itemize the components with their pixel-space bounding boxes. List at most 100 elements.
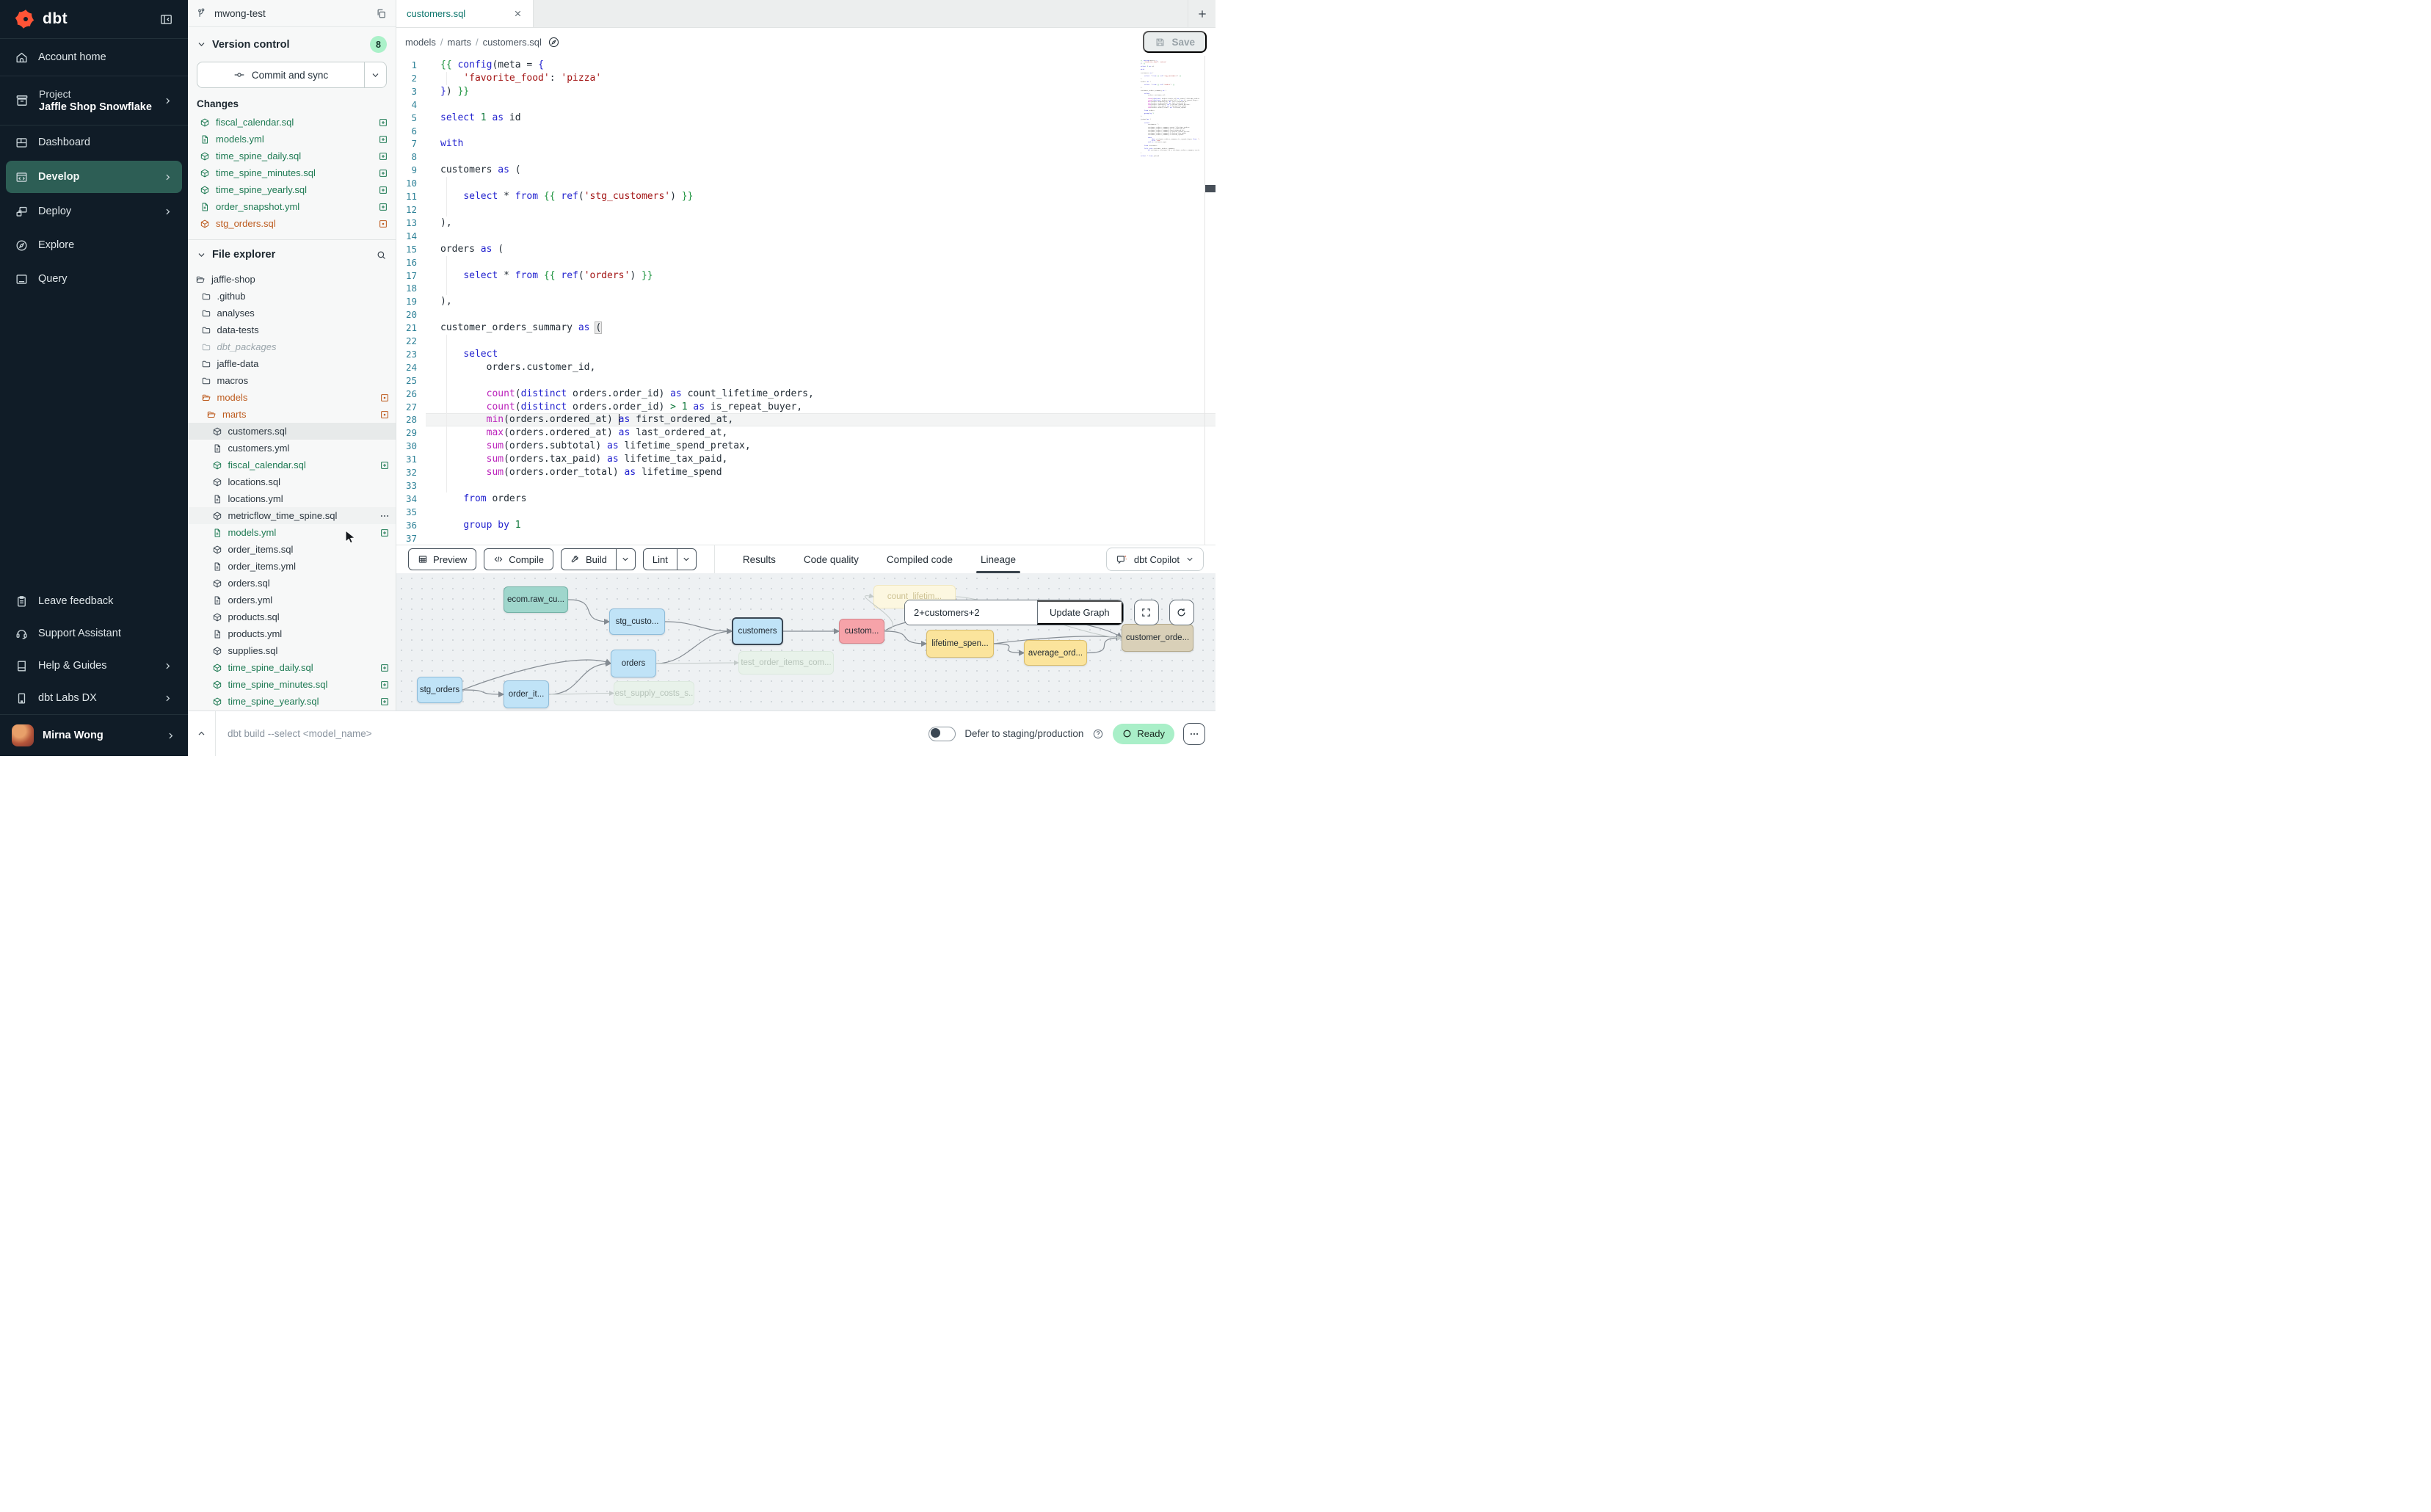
tree-item[interactable]: .github — [188, 288, 396, 305]
dot-box-icon[interactable] — [378, 219, 388, 229]
code-line-32[interactable]: 32 sum(orders.order_total) as lifetime_s… — [396, 466, 1216, 479]
sidebar-nav-item[interactable]: Dashboard — [0, 126, 188, 159]
result-tab[interactable]: Compiled code — [887, 545, 953, 573]
code-line-37[interactable]: 37 — [396, 532, 1216, 545]
minimap[interactable]: {{ config(meta = { 'favorite_food': 'piz… — [1141, 60, 1199, 163]
compile-button[interactable]: Compile — [484, 548, 553, 570]
code-line-16[interactable]: 16 — [396, 256, 1216, 269]
search-icon[interactable] — [376, 250, 387, 261]
plus-box-icon[interactable] — [379, 528, 390, 538]
code-line-13[interactable]: 13), — [396, 217, 1216, 230]
code-line-20[interactable]: 20 — [396, 308, 1216, 321]
sidebar-bottom-item[interactable]: dbt Labs DX — [0, 682, 188, 714]
code-line-14[interactable]: 14 — [396, 230, 1216, 243]
tree-item[interactable]: locations.yml — [188, 490, 396, 507]
code-line-17[interactable]: 17 select * from {{ ref('orders') }} — [396, 269, 1216, 283]
tree-item[interactable]: analyses — [188, 305, 396, 321]
sidebar-bottom-item[interactable]: Help & Guides — [0, 650, 188, 682]
code-line-28[interactable]: 28 min(orders.ordered_at) as first_order… — [396, 413, 1216, 426]
code-line-15[interactable]: 15orders as ( — [396, 243, 1216, 256]
lineage-node-cust[interactable]: customers — [732, 617, 783, 645]
code-line-27[interactable]: 27 count(distinct orders.order_id) > 1 a… — [396, 401, 1216, 414]
lint-button[interactable]: Lint — [643, 548, 697, 570]
sidebar-bottom-item[interactable]: Support Assistant — [0, 617, 188, 650]
code-line-24[interactable]: 24 orders.customer_id, — [396, 361, 1216, 374]
code-line-36[interactable]: 36 group by 1 — [396, 519, 1216, 532]
lineage-node-oit[interactable]: order_it... — [504, 680, 549, 708]
tree-item[interactable]: dbt_packages — [188, 338, 396, 355]
code-line-4[interactable]: 4 — [396, 98, 1216, 112]
update-graph-button[interactable]: Update Graph — [1037, 600, 1123, 625]
explore-lineage-icon[interactable] — [548, 36, 560, 48]
tree-item[interactable]: macros — [188, 372, 396, 389]
lineage-node-tghost2[interactable]: test_supply_costs_s... — [614, 681, 694, 705]
sidebar-item-account-home[interactable]: Account home — [0, 39, 188, 76]
collapse-sidebar-icon[interactable] — [159, 12, 173, 26]
command-input[interactable] — [216, 711, 929, 756]
lineage-node-life[interactable]: lifetime_spen... — [926, 630, 994, 658]
tree-item[interactable]: time_spine_daily.sql — [188, 659, 396, 676]
changed-file-row[interactable]: order_snapshot.yml — [188, 198, 396, 215]
code-line-6[interactable]: 6 — [396, 125, 1216, 138]
tree-item[interactable]: products.sql — [188, 608, 396, 625]
lineage-node-ord[interactable]: orders — [611, 650, 656, 677]
sidebar-nav-item[interactable]: Query — [0, 262, 188, 296]
plus-box-icon[interactable] — [378, 168, 388, 178]
lineage-node-stgc[interactable]: stg_custo... — [609, 608, 665, 635]
sidebar-nav-item[interactable]: Deploy — [0, 195, 188, 228]
code-line-25[interactable]: 25 — [396, 374, 1216, 388]
changed-file-row[interactable]: time_spine_daily.sql — [188, 148, 396, 164]
tab-customers-sql[interactable]: customers.sql — [396, 0, 534, 27]
breadcrumb-models[interactable]: models — [405, 37, 436, 48]
code-line-22[interactable]: 22 — [396, 335, 1216, 348]
code-line-35[interactable]: 35 — [396, 506, 1216, 519]
tree-item[interactable]: jaffle-shop — [188, 271, 396, 288]
plus-box-icon[interactable] — [378, 117, 388, 128]
help-icon[interactable] — [1092, 728, 1104, 740]
code-line-12[interactable]: 12 — [396, 203, 1216, 217]
plus-box-icon[interactable] — [379, 663, 390, 673]
code-line-21[interactable]: 21customer_orders_summary as ( — [396, 321, 1216, 335]
sidebar-nav-item[interactable]: Explore — [0, 228, 188, 262]
plus-box-icon[interactable] — [379, 697, 390, 707]
breadcrumb-marts[interactable]: marts — [448, 37, 472, 48]
refresh-button[interactable] — [1169, 600, 1194, 625]
scrollbar-thumb[interactable] — [1205, 185, 1216, 192]
user-menu[interactable]: Mirna Wong — [0, 715, 188, 756]
code-line-5[interactable]: 5select 1 as id — [396, 112, 1216, 125]
lineage-node-corder[interactable]: customer_orde... — [1122, 624, 1193, 652]
build-options-button[interactable] — [616, 549, 635, 570]
result-tab[interactable]: Code quality — [804, 545, 859, 573]
chevron-down-icon[interactable] — [197, 40, 206, 49]
code-line-30[interactable]: 30 sum(orders.subtotal) as lifetime_spen… — [396, 440, 1216, 453]
expand-command-bar-button[interactable] — [188, 711, 216, 756]
changed-file-row[interactable]: time_spine_minutes.sql — [188, 164, 396, 181]
dot-box-icon[interactable] — [379, 393, 390, 403]
tree-item[interactable]: metricflow_time_spine.sql — [188, 507, 396, 524]
commit-and-sync-button[interactable]: Commit and sync — [197, 62, 387, 88]
status-badge[interactable]: Ready — [1113, 724, 1174, 744]
copy-icon[interactable] — [376, 8, 387, 19]
tree-item[interactable]: jaffle-data — [188, 355, 396, 372]
tree-item[interactable]: models.yml — [188, 524, 396, 541]
changed-file-row[interactable]: time_spine_yearly.sql — [188, 181, 396, 198]
tree-item[interactable]: time_spine_minutes.sql — [188, 676, 396, 693]
result-tab[interactable]: Results — [743, 545, 776, 573]
lineage-selector-input[interactable] — [905, 600, 1037, 625]
sidebar-bottom-item[interactable]: Leave feedback — [0, 585, 188, 617]
code-line-3[interactable]: 3}) }} — [396, 85, 1216, 98]
plus-box-icon[interactable] — [378, 134, 388, 145]
changed-file-row[interactable]: stg_orders.sql — [188, 215, 396, 232]
result-tab[interactable]: Lineage — [981, 545, 1016, 573]
code-line-31[interactable]: 31 sum(orders.tax_paid) as lifetime_tax_… — [396, 453, 1216, 466]
code-editor[interactable]: 1{{ config(meta = {2 'favorite_food': 'p… — [396, 56, 1216, 545]
code-line-18[interactable]: 18 — [396, 282, 1216, 295]
code-line-23[interactable]: 23 select — [396, 348, 1216, 361]
lineage-node-tghost1[interactable]: test_order_items_com... — [738, 651, 834, 675]
code-line-9[interactable]: 9customers as ( — [396, 164, 1216, 177]
breadcrumb-file[interactable]: customers.sql — [483, 37, 542, 48]
plus-box-icon[interactable] — [378, 202, 388, 212]
commit-options-button[interactable] — [364, 62, 386, 87]
lineage-node-avg[interactable]: average_ord... — [1024, 640, 1087, 666]
tree-item[interactable]: locations.sql — [188, 473, 396, 490]
